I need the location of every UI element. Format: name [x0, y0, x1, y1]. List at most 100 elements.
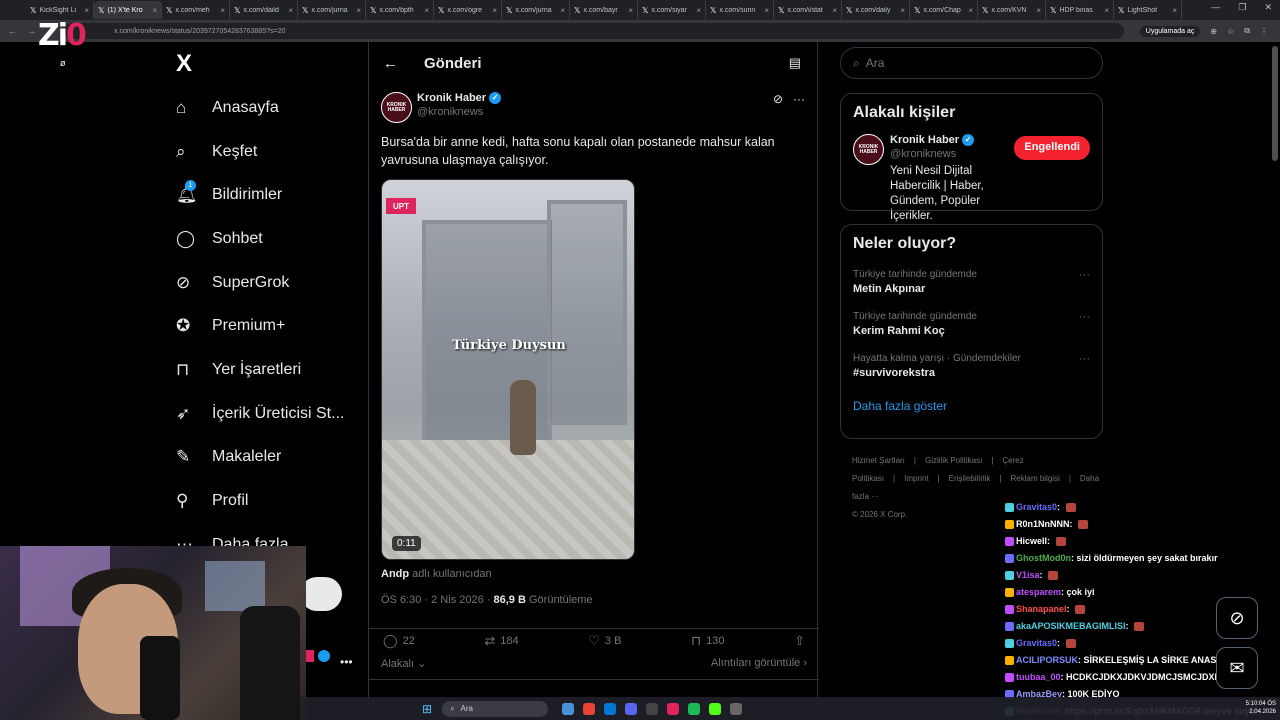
tab-close-icon[interactable]: × — [696, 6, 701, 15]
relevance-dropdown[interactable]: Alakalı ⌄ — [381, 657, 426, 670]
more-options-icon[interactable]: ··· — [793, 92, 805, 106]
post-button[interactable] — [300, 577, 342, 611]
tab-close-icon[interactable]: × — [764, 6, 769, 15]
footer-link[interactable]: Reklam bilgisi — [1010, 474, 1059, 483]
chat-username[interactable]: R0n1NnNNN — [1016, 519, 1070, 529]
tab-close-icon[interactable]: × — [356, 6, 361, 15]
related-handle[interactable]: @kroniknews — [890, 148, 1014, 160]
sidebar-item-person[interactable]: ⚲ Profil — [170, 479, 365, 523]
minimize-icon[interactable]: — — [1211, 2, 1220, 13]
footer-link[interactable]: Hizmet Şartları — [852, 456, 905, 465]
browser-tab[interactable]: 𝕏x.com/siyar × — [638, 1, 706, 19]
x-logo[interactable]: X — [176, 50, 365, 86]
system-clock[interactable]: 5:10:04 ÖS 2.04.2026 — [1246, 700, 1276, 716]
chat-username[interactable]: V1isa — [1016, 570, 1040, 580]
url-field[interactable]: x.com/kroniknews/status/2039727054283763… — [64, 23, 1124, 39]
repost-button[interactable]: ⇄ 184 — [484, 633, 518, 649]
post-time[interactable]: ÖS 6:30 · 2 Nis 2026 · — [381, 594, 494, 606]
discord-icon[interactable] — [625, 702, 638, 715]
close-window-icon[interactable]: ✕ — [1264, 2, 1272, 13]
like-button[interactable]: ♡ 3 B — [588, 633, 621, 649]
author-handle[interactable]: @kroniknews — [417, 106, 501, 118]
edge-icon[interactable] — [604, 702, 617, 715]
related-person[interactable]: KRONIK HABER Kronik Haber ✓ @kroniknews Y… — [853, 134, 1090, 224]
tab-close-icon[interactable]: × — [1036, 6, 1041, 15]
chrome-icon[interactable] — [583, 702, 596, 715]
back-icon[interactable]: ← — [8, 26, 17, 36]
author-name-text[interactable]: Kronik Haber — [417, 92, 486, 104]
zoom-icon[interactable]: ⊕ — [1210, 27, 1217, 36]
sidebar-item-verified[interactable]: ✪ Premium+ — [170, 304, 365, 348]
tab-close-icon[interactable]: × — [220, 6, 225, 15]
chat-username[interactable]: Hicwell — [1016, 536, 1047, 546]
footer-link[interactable]: Erişilebilirlik — [949, 474, 991, 483]
trend-item[interactable]: Türkiye tarihinde gündemde Metin Akpınar ·… — [853, 269, 1090, 295]
tab-close-icon[interactable]: × — [1104, 6, 1109, 15]
tab-close-icon[interactable]: × — [628, 6, 633, 15]
forward-icon[interactable]: → — [27, 26, 36, 36]
open-in-app-button[interactable]: Uygulamada aç — [1139, 25, 1201, 37]
tab-close-icon[interactable]: × — [152, 6, 157, 15]
reader-mode-icon[interactable]: ▤ — [789, 55, 801, 71]
related-name-text[interactable]: Kronik Haber — [890, 134, 959, 146]
avatar[interactable]: KRONIK HABER — [381, 92, 412, 123]
more-options-icon[interactable]: ··· — [1079, 311, 1090, 323]
trend-item[interactable]: Hayatta kalma yarışı · Gündemdekiler #sur… — [853, 353, 1090, 379]
chat-username[interactable]: Gravitas0 — [1016, 502, 1057, 512]
reply-button[interactable]: ◯ 22 — [383, 633, 415, 649]
browser-tab[interactable]: 𝕏x.com/bayr × — [570, 1, 638, 19]
grok-icon[interactable]: ⊘ — [773, 92, 783, 106]
sidebar-item-home[interactable]: ⌂ Anasayfa — [170, 86, 365, 130]
browser-tab[interactable]: 𝕏x.com/sunn × — [706, 1, 774, 19]
back-arrow-icon[interactable]: ← — [383, 55, 409, 72]
browser-tab[interactable]: 𝕏x.com/ogre × — [434, 1, 502, 19]
star-icon[interactable]: ☆ — [1227, 27, 1234, 36]
share-button[interactable]: ⇧ — [794, 633, 805, 649]
via-user[interactable]: Andp — [381, 568, 409, 580]
chat-username[interactable]: akaAPOSIKMEBAGIMLISI — [1016, 621, 1126, 631]
chat-username[interactable]: Gravitas0 — [1016, 638, 1057, 648]
browser-tab[interactable]: 𝕏x.com/bpth × — [366, 1, 434, 19]
app-icon[interactable] — [667, 702, 680, 715]
browser-tab[interactable]: 𝕏 LightShot × — [1114, 1, 1182, 19]
tab-close-icon[interactable]: × — [492, 6, 497, 15]
more-options-icon[interactable]: ··· — [1079, 353, 1090, 365]
sidebar-item-bookmark[interactable]: ⊓ Yer İşaretleri — [170, 348, 365, 392]
extensions-icon[interactable]: ⧉ — [1244, 26, 1250, 36]
sidebar-item-chat[interactable]: ◯ Sohbet — [170, 217, 365, 261]
tab-close-icon[interactable]: × — [832, 6, 837, 15]
sidebar-item-bell[interactable]: 🔔︎ 1 Bildirimler — [170, 173, 365, 217]
browser-tab[interactable]: 𝕏x.com/jurna × — [298, 1, 366, 19]
chat-username[interactable]: ACILIPORSUK — [1016, 655, 1078, 665]
messages-fab-icon[interactable]: ✉ — [1216, 647, 1258, 689]
bookmark-button[interactable]: ⊓ 130 — [691, 633, 725, 649]
view-quotes-link[interactable]: Alıntıları görüntüle › — [711, 657, 807, 670]
tab-close-icon[interactable]: × — [968, 6, 973, 15]
tab-close-icon[interactable]: × — [84, 6, 89, 15]
chat-username[interactable]: GhostMod0n — [1016, 553, 1071, 563]
search-input[interactable]: ⌕ Ara — [840, 47, 1103, 79]
account-more-icon[interactable]: ••• — [340, 655, 353, 669]
taskbar-search[interactable]: ⌕ Ara — [442, 700, 549, 717]
blocked-button[interactable]: Engellendi — [1014, 136, 1090, 160]
browser-tab[interactable]: 𝕏 (1) X'te Kro × — [94, 1, 162, 19]
browser-tab[interactable]: 𝕏 HDP binas × — [1046, 1, 1114, 19]
trend-item[interactable]: Türkiye tarihinde gündemde Kerim Rahmi Ko… — [853, 311, 1090, 337]
more-options-icon[interactable]: ··· — [1079, 269, 1090, 281]
show-more-link[interactable]: Daha fazla göster — [853, 399, 1090, 413]
sidebar-item-search[interactable]: ⌕ Keşfet — [170, 130, 365, 174]
related-name[interactable]: Kronik Haber ✓ — [890, 134, 1014, 146]
app-icon[interactable] — [730, 702, 743, 715]
tab-close-icon[interactable]: × — [288, 6, 293, 15]
chat-username[interactable]: Shanapanel — [1016, 604, 1067, 614]
browser-tab[interactable]: 𝕏x.com/Chap × — [910, 1, 978, 19]
tab-close-icon[interactable]: × — [560, 6, 565, 15]
scrollbar[interactable] — [1272, 46, 1278, 161]
grok-fab-icon[interactable]: ⊘ — [1216, 597, 1258, 639]
post-video[interactable]: UPT Türkiye Duysun 0:11 — [381, 179, 635, 560]
menu-icon[interactable]: ⋮ — [1260, 27, 1268, 36]
explorer-icon[interactable] — [562, 702, 575, 715]
restore-icon[interactable]: ❐ — [1238, 2, 1246, 13]
tab-close-icon[interactable]: × — [424, 6, 429, 15]
author-name[interactable]: Kronik Haber ✓ — [417, 92, 502, 104]
